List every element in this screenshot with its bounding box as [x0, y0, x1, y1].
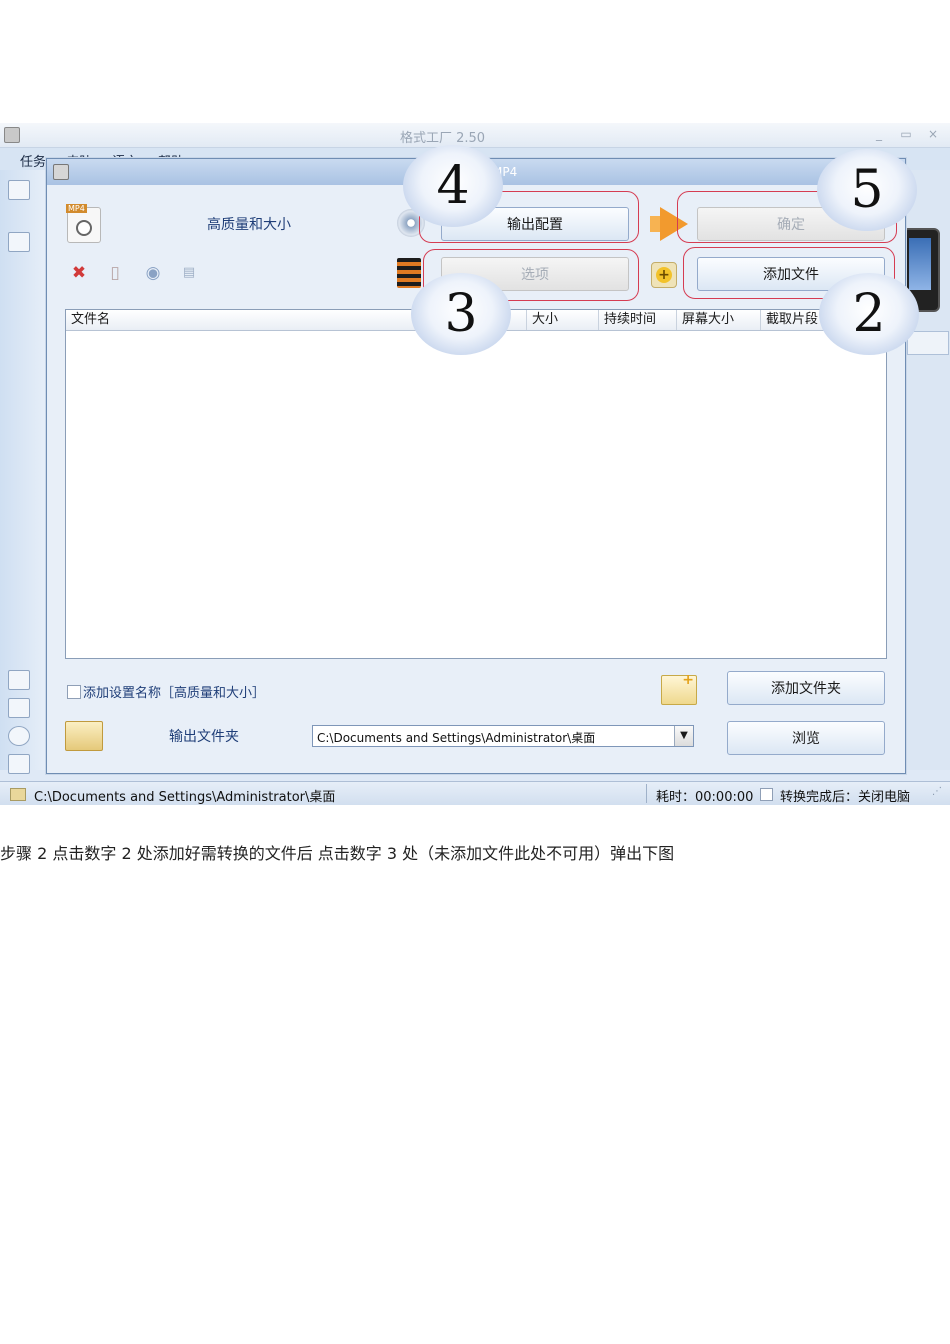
mp4-tag: MP4: [66, 204, 87, 213]
play-icon[interactable]: ◉: [143, 263, 163, 283]
step-cloud-5: 5: [817, 149, 917, 231]
media-info-icon[interactable]: ▤: [179, 263, 199, 283]
app-title: 格式工厂 2.50: [400, 131, 486, 146]
image-category-icon[interactable]: [8, 698, 30, 718]
column-size[interactable]: 大小: [526, 310, 598, 330]
dialog-logo-icon: [53, 164, 69, 180]
mp4-dialog: MP4 MP4 高质量和大小 ✖ ▯ ◉ ▤ 输出配置 确定 选项 + 添加文件…: [46, 145, 919, 774]
rom-device-icon[interactable]: [8, 726, 30, 746]
plus-icon: +: [656, 267, 672, 283]
resize-grip-icon[interactable]: ⋰: [932, 786, 942, 797]
close-button[interactable]: ×: [924, 125, 942, 143]
output-folder-label: 输出文件夹: [169, 729, 239, 745]
status-elapsed-time: 耗时：00:00:00: [656, 790, 754, 805]
advanced-category-icon[interactable]: [8, 754, 30, 774]
status-after-done: 转换完成后：关闭电脑: [780, 790, 911, 805]
right-panel-header: [907, 331, 949, 355]
maximize-button[interactable]: ▭: [897, 125, 915, 143]
step-cloud-4: 4: [403, 145, 503, 227]
add-icon: +: [651, 262, 677, 288]
clear-list-icon[interactable]: ▯: [105, 263, 125, 283]
dropdown-arrow-icon[interactable]: ▼: [674, 726, 693, 746]
add-folder-icon: +: [661, 672, 697, 705]
status-output-path: C:\Documents and Settings\Administrator\…: [34, 790, 336, 805]
film-strip-icon: [397, 258, 421, 288]
add-folder-button[interactable]: 添加文件夹: [727, 671, 885, 705]
folder-small-icon[interactable]: [10, 788, 26, 801]
output-folder-select[interactable]: C:\Documents and Settings\Administrator\…: [312, 725, 694, 747]
step-cloud-2: 2: [819, 273, 919, 355]
audio-category-icon[interactable]: [8, 670, 30, 690]
step-caption: 步骤 2 点击数字 2 处添加好需转换的文件后 点击数字 3 处（未添加文件此处…: [0, 844, 675, 863]
status-bar: C:\Documents and Settings\Administrator\…: [0, 781, 950, 805]
status-divider: [646, 784, 647, 803]
output-folder-icon: [65, 721, 103, 751]
output-folder-path: C:\Documents and Settings\Administrator\…: [317, 731, 596, 745]
document-icon[interactable]: [8, 180, 30, 200]
app-titlebar: 格式工厂 2.50 _ ▭ ×: [0, 123, 950, 148]
menu-task[interactable]: 任务: [20, 151, 46, 170]
left-sidebar: [0, 170, 47, 774]
video-category-icon[interactable]: [8, 232, 30, 252]
mp4-format-icon: MP4: [66, 204, 101, 243]
film-reel-icon: [76, 220, 92, 236]
step-cloud-3: 3: [411, 273, 511, 355]
column-duration[interactable]: 持续时间: [598, 310, 676, 330]
file-list[interactable]: 文件名 大小 持续时间 屏幕大小 截取片段: [65, 309, 887, 659]
shutdown-after-checkbox[interactable]: [760, 788, 773, 801]
phone-screen: [909, 238, 931, 290]
plus-icon: +: [682, 672, 694, 688]
browse-button[interactable]: 浏览: [727, 721, 885, 755]
profile-label: 高质量和大小: [207, 217, 291, 233]
remove-icon[interactable]: ✖: [69, 263, 89, 283]
add-setting-name-label: 添加设置名称［高质量和大小］: [83, 686, 266, 701]
minimize-button[interactable]: _: [870, 125, 888, 143]
app-logo-icon: [4, 127, 20, 143]
add-setting-name-checkbox[interactable]: [67, 685, 81, 699]
column-screen-size[interactable]: 屏幕大小: [676, 310, 760, 330]
